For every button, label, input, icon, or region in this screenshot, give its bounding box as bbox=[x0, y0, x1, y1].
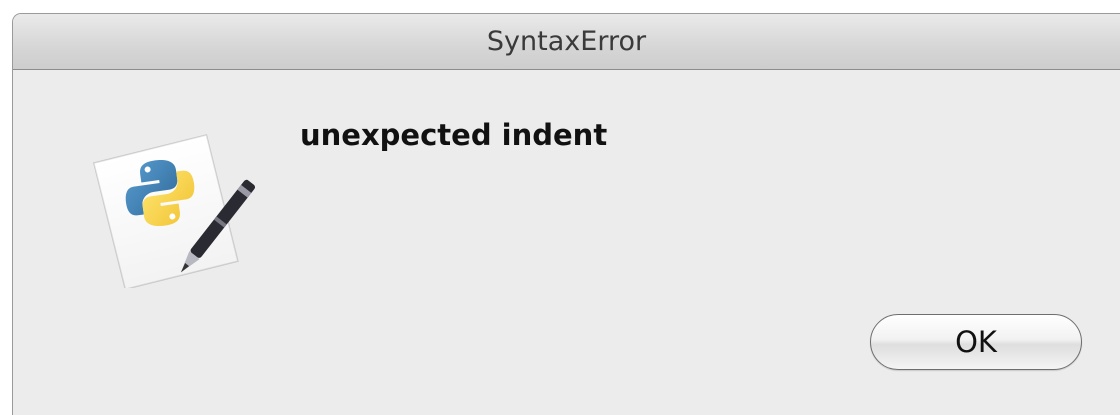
titlebar[interactable]: SyntaxError bbox=[13, 14, 1120, 70]
python-launcher-icon bbox=[85, 118, 256, 291]
alert-dialog: SyntaxError unexpected indent OK bbox=[12, 13, 1120, 415]
ok-button[interactable]: OK bbox=[870, 314, 1082, 370]
window-title: SyntaxError bbox=[486, 26, 647, 57]
error-message: unexpected indent bbox=[300, 118, 608, 152]
dialog-content: unexpected indent OK bbox=[13, 70, 1120, 415]
